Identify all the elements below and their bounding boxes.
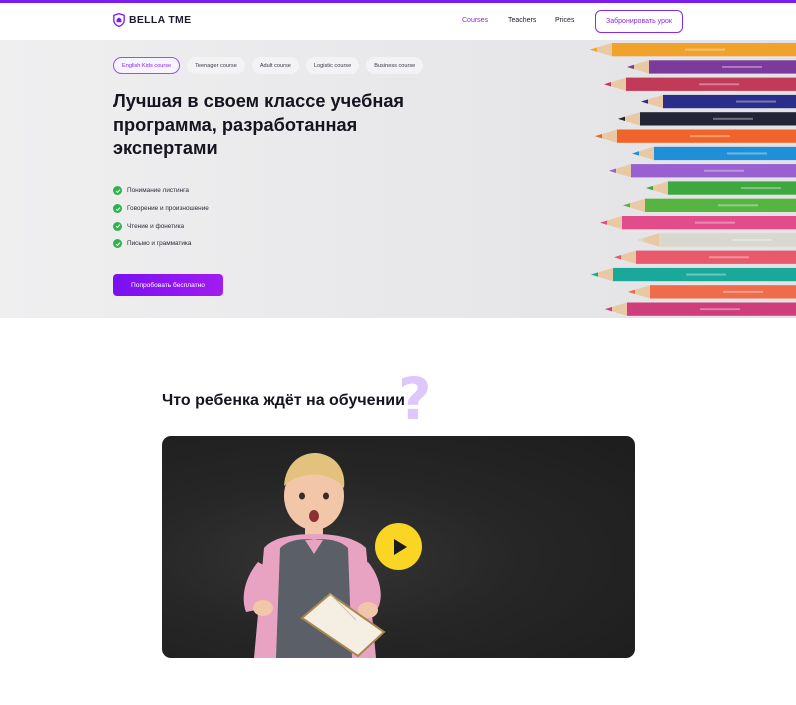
play-button[interactable]: [375, 523, 422, 570]
feature-list: Понимание листинга Говорение и произноше…: [113, 182, 209, 253]
pencil-stripe: [722, 65, 762, 68]
nav-courses[interactable]: Courses: [462, 17, 488, 24]
check-circle-icon: [113, 204, 122, 214]
pencil-stripe: [741, 187, 781, 190]
pencil-stripe: [727, 152, 767, 155]
chip-logistic[interactable]: Logistic course: [305, 57, 360, 74]
pencil-stripe: [732, 238, 772, 241]
check-circle-icon: [113, 239, 122, 249]
pencil-lead: [591, 272, 598, 277]
logo[interactable]: BELLA TME: [113, 13, 191, 27]
play-icon: [394, 538, 407, 555]
chip-teenager[interactable]: Teenager course: [187, 57, 245, 74]
pencil-lead: [627, 64, 634, 70]
pencil-lead: [637, 237, 644, 243]
hero-section: English Kids course Teenager course Adul…: [0, 40, 796, 318]
hero-title: Лучшая в своем классе учебная программа,…: [113, 91, 405, 158]
section-title: Что ребенка ждёт на обучении: [162, 392, 405, 409]
pencil-lead: [646, 185, 653, 191]
course-chips: English Kids course Teenager course Adul…: [113, 57, 424, 74]
pencil-lead: [618, 116, 625, 122]
colored-pencils-image: [590, 43, 796, 316]
pencil-stripe: [736, 100, 776, 103]
pencil-lead: [609, 168, 616, 173]
pencil-lead: [632, 151, 639, 156]
nav-prices[interactable]: Prices: [555, 17, 574, 24]
nav-teachers[interactable]: Teachers: [508, 17, 536, 24]
brand-name: BELLA TME: [129, 14, 192, 26]
pencil-body: [663, 94, 796, 109]
pencil-lead: [628, 289, 635, 295]
feature-item: Понимание листинга: [113, 182, 209, 200]
feature-item: Письмо и грамматика: [113, 235, 209, 253]
pencil-lead: [595, 133, 602, 139]
book-lesson-button[interactable]: Забронировать урок: [595, 10, 683, 33]
pencil-stripe: [699, 83, 739, 86]
try-free-button[interactable]: Попробовать бесплатно: [113, 274, 223, 296]
pencil-stripe: [695, 221, 735, 224]
section-heading: ? Что ребенка ждёт на обучении: [162, 370, 462, 430]
pencil-stripe: [723, 290, 763, 293]
pencil-lead: [600, 220, 607, 225]
pencil-stripe: [713, 117, 753, 120]
pencil-stripe: [704, 169, 744, 172]
feature-item: Чтение и фонетика: [113, 217, 209, 235]
feature-label: Понимание листинга: [127, 187, 189, 195]
feature-label: Говорение и произношение: [127, 205, 209, 213]
pencil-stripe: [709, 256, 749, 259]
pencil-stripe: [685, 48, 725, 51]
check-circle-icon: [113, 221, 122, 231]
pencil-body: [659, 233, 796, 247]
pencil-stripe: [690, 135, 730, 138]
pencil-lead: [605, 306, 612, 312]
pencil-lead: [590, 47, 597, 52]
feature-item: Говорение и произношение: [113, 200, 209, 218]
chip-adult[interactable]: Adult course: [251, 57, 299, 74]
pencil-lead: [641, 99, 648, 104]
chip-english-kids[interactable]: English Kids course: [113, 57, 181, 74]
chip-business[interactable]: Business course: [366, 57, 424, 74]
pencil-stripe: [700, 308, 740, 311]
pencil-lead: [623, 203, 630, 208]
pencil-lead: [614, 255, 621, 260]
pencil-stripe: [686, 273, 726, 276]
check-circle-icon: [113, 186, 122, 196]
feature-label: Чтение и фонетика: [127, 222, 185, 230]
feature-label: Письмо и грамматика: [127, 240, 192, 248]
pencil-lead: [604, 82, 611, 87]
pencil-body: [654, 146, 796, 161]
shield-logo-icon: [113, 13, 125, 27]
pencil-stripe: [718, 204, 758, 207]
site-header: BELLA TME Courses Teachers Prices Заброн…: [0, 3, 796, 40]
